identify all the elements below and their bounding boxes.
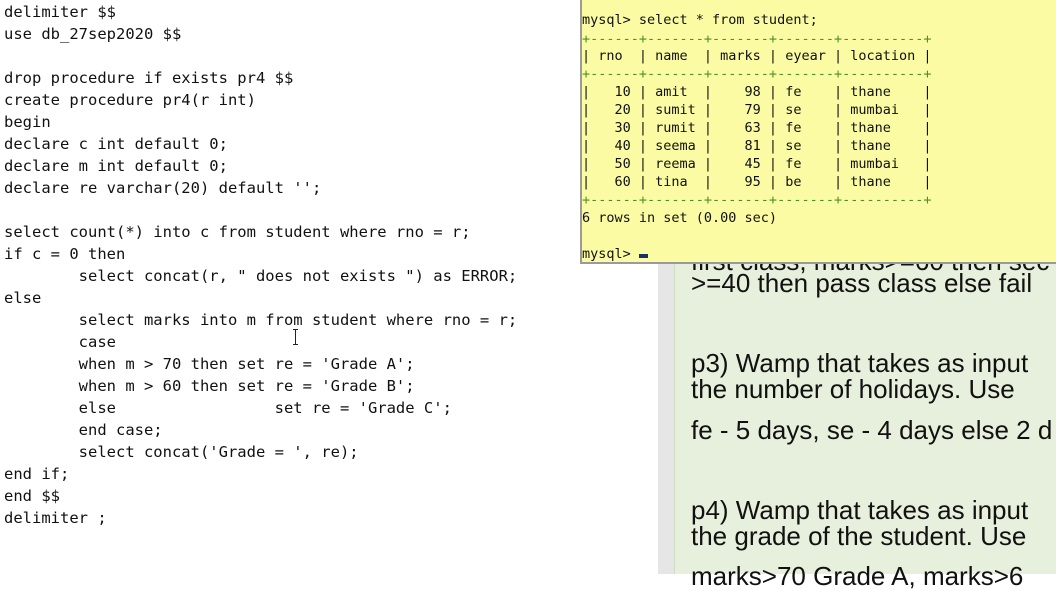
mysql-console[interactable]: mysql> select * from student; +------+--…	[580, 0, 1056, 264]
table-row: | 30 | rumit | 63 | fe | thane |	[582, 120, 932, 136]
code-line: declare m int default 0;	[4, 157, 228, 175]
code-line: drop procedure if exists pr4 $$	[4, 69, 294, 87]
code-line: end if;	[4, 465, 70, 483]
code-line: else set re = 'Grade C';	[4, 399, 452, 417]
table-row: | 50 | reema | 45 | fe | mumbai |	[582, 156, 932, 172]
slide-line: >=40 then pass class else fail	[691, 268, 1033, 298]
code-line: delimiter $$	[4, 3, 116, 21]
table-border: +------+-------+-------+-------+--------…	[582, 192, 932, 208]
table-row: | 60 | tina | 95 | be | thane |	[582, 174, 932, 190]
console-prompt: mysql>	[582, 246, 639, 262]
code-line: if c = 0 then	[4, 245, 126, 263]
code-line: use db_27sep2020 $$	[4, 25, 182, 43]
slide-line: the grade of the student. Use	[691, 521, 1027, 551]
code-editor[interactable]: delimiter $$ use db_27sep2020 $$ drop pr…	[0, 0, 660, 574]
code-line: delimiter ;	[4, 509, 107, 527]
code-line: declare c int default 0;	[4, 135, 228, 153]
code-line: when m > 60 then set re = 'Grade B';	[4, 377, 415, 395]
table-row: | 40 | seema | 81 | se | thane |	[582, 138, 932, 154]
code-line: select concat(r, " does not exists ") as…	[4, 267, 518, 285]
table-border: +------+-------+-------+-------+--------…	[582, 66, 932, 82]
code-line: else	[4, 289, 42, 307]
code-line: create procedure pr4(r int)	[4, 91, 256, 109]
code-line: when m > 70 then set re = 'Grade A';	[4, 355, 415, 373]
code-line: declare re varchar(20) default '';	[4, 179, 322, 197]
code-line: end case;	[4, 421, 163, 439]
terminal-cursor	[638, 254, 648, 258]
text-cursor-icon	[293, 329, 299, 345]
console-summary: 6 rows in set (0.00 sec)	[582, 210, 778, 226]
table-row: | 20 | sumit | 79 | se | mumbai |	[582, 102, 932, 118]
code-line: begin	[4, 113, 51, 131]
code-line: select count(*) into c from student wher…	[4, 223, 471, 241]
console-command: mysql> select * from student;	[582, 12, 818, 28]
code-line: case	[4, 333, 116, 351]
code-line: select marks into m from student where r…	[4, 311, 518, 329]
slide-line: the number of holidays. Use	[691, 374, 1015, 404]
table-border: +------+-------+-------+-------+--------…	[582, 31, 932, 47]
slide-line: fe - 5 days, se - 4 days else 2 d	[691, 415, 1053, 445]
console-prompt-line[interactable]: mysql>	[582, 245, 648, 263]
table-header: | rno | name | marks | eyear | location …	[582, 48, 932, 64]
code-line: end $$	[4, 487, 60, 505]
code-line: select concat('Grade = ', re);	[4, 443, 359, 461]
slide-line: marks>70 Grade A, marks>6	[691, 561, 1024, 591]
table-row: | 10 | amit | 98 | fe | thane |	[582, 84, 932, 100]
